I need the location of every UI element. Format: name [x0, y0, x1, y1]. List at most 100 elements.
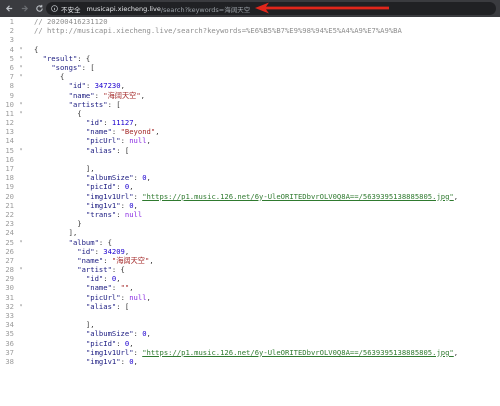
back-button[interactable]	[3, 3, 15, 15]
code-token: : [	[116, 301, 130, 311]
reload-icon	[35, 4, 43, 12]
fold-toggle-icon	[14, 26, 28, 35]
fold-toggle-icon[interactable]: ▾	[14, 109, 28, 118]
fold-toggle-icon[interactable]: ▾	[14, 146, 28, 155]
annotation-arrow	[255, 2, 389, 14]
line-text: "picUrl": null,	[28, 136, 151, 145]
code-token: 11127	[111, 118, 134, 128]
code-token: // http://musicapi.xiecheng.live/search?…	[34, 26, 402, 36]
code-token: "id"	[85, 118, 104, 128]
code-token: ,	[155, 127, 160, 137]
line-number: 18	[5, 173, 14, 183]
fold-toggle-icon	[14, 320, 28, 329]
line-text: ],	[28, 320, 95, 329]
code-line: 13 "name": "Beyond",	[0, 127, 500, 136]
code-token: "img1v1"	[85, 356, 121, 366]
code-line: 14 "picUrl": null,	[0, 136, 500, 145]
code-token: ,	[120, 81, 125, 91]
code-token: ,	[133, 356, 138, 366]
fold-toggle-icon	[14, 283, 28, 292]
info-icon[interactable]	[51, 5, 58, 12]
fold-toggle-icon[interactable]: ▾	[14, 63, 28, 72]
fold-toggle-icon[interactable]: ▾	[14, 45, 28, 54]
code-token: ,	[133, 200, 138, 210]
fold-toggle-icon[interactable]: ▾	[14, 54, 28, 63]
code-token: ,	[140, 90, 145, 100]
code-token: "picUrl"	[85, 136, 121, 146]
code-token: "id"	[77, 246, 95, 256]
fold-toggle-icon	[14, 228, 28, 237]
code-token: "trans"	[85, 209, 117, 219]
code-token: :	[94, 90, 104, 100]
code-line: 26 "id": 34209,	[0, 247, 500, 256]
code-token: {	[34, 108, 82, 118]
url-link[interactable]: "https://p1.music.126.net/6y-UleORITEDbv…	[142, 348, 454, 357]
code-token: "name"	[77, 255, 104, 265]
fold-toggle-icon	[14, 35, 28, 44]
fold-toggle-icon[interactable]: ▾	[14, 100, 28, 109]
browser-toolbar: 不安全 musicapi.xiecheng.live/search?keywor…	[0, 0, 500, 17]
line-text: "name": "海阔天空",	[28, 91, 145, 100]
code-token: {	[34, 44, 39, 54]
code-token: :	[94, 246, 104, 256]
fold-toggle-icon[interactable]: ▾	[14, 72, 28, 81]
code-token: ,	[129, 338, 134, 348]
code-token: "Beyond"	[120, 127, 156, 137]
fold-toggle-icon[interactable]: ▾	[14, 302, 28, 311]
fold-toggle-icon	[14, 256, 28, 265]
code-line: 20 "img1v1Url": "https://p1.music.126.ne…	[0, 192, 500, 201]
code-line: 12 "id": 11127,	[0, 118, 500, 127]
fold-toggle-icon	[14, 81, 28, 90]
line-text: "img1v1Url": "https://p1.music.126.net/6…	[28, 192, 458, 201]
code-token: ],	[34, 228, 78, 238]
fold-toggle-icon	[14, 357, 28, 366]
code-line: 5 ▾ "result": {	[0, 54, 500, 63]
code-token: "img1v1Url"	[85, 191, 134, 201]
line-text: "id": 11127,	[28, 118, 138, 127]
fold-toggle-icon	[14, 348, 28, 357]
line-number: 16	[5, 154, 14, 164]
fold-toggle-icon	[14, 173, 28, 182]
reload-button[interactable]	[33, 3, 45, 15]
forward-button[interactable]	[18, 3, 30, 15]
url-link[interactable]: "https://p1.music.126.net/6y-UleORITEDbv…	[142, 192, 454, 201]
url-path: /search?keywords=海阔天空	[160, 5, 251, 14]
code-token: 34209	[103, 246, 125, 256]
json-viewer: 1 // 20200416231120 2 // http://musicapi.xi…	[0, 17, 500, 406]
line-text	[28, 35, 34, 44]
fold-toggle-icon[interactable]: ▾	[14, 265, 28, 274]
line-number: 3	[9, 35, 14, 45]
line-number: 21	[5, 200, 14, 210]
code-token: "result"	[42, 53, 78, 63]
fold-toggle-icon[interactable]: ▾	[14, 238, 28, 247]
line-text: "album": {	[28, 238, 112, 247]
code-token: ,	[129, 182, 134, 192]
code-token: "id"	[68, 81, 86, 91]
line-text: "picId": 0,	[28, 339, 134, 348]
line-number: 14	[5, 136, 14, 146]
code-token: "artists"	[68, 99, 108, 109]
fold-toggle-icon	[14, 127, 28, 136]
line-text: "id": 347230,	[28, 81, 125, 90]
fold-toggle-icon	[14, 136, 28, 145]
code-line: 7 ▾ {	[0, 72, 500, 81]
code-token: : [	[81, 62, 95, 72]
code-token: :	[103, 118, 112, 128]
line-number: 35	[5, 329, 14, 339]
line-number: 36	[5, 338, 14, 348]
code-line: 19 "picId": 0,	[0, 182, 500, 191]
code-line: 9 "name": "海阔天空",	[0, 91, 500, 100]
code-line: 22 "trans": null	[0, 210, 500, 219]
code-line: 6 ▾ "songs": [	[0, 63, 500, 72]
code-line: 37 "img1v1Url": "https://p1.music.126.ne…	[0, 348, 500, 357]
line-text: "name": "",	[28, 283, 134, 292]
code-token: "albumSize"	[85, 173, 134, 183]
